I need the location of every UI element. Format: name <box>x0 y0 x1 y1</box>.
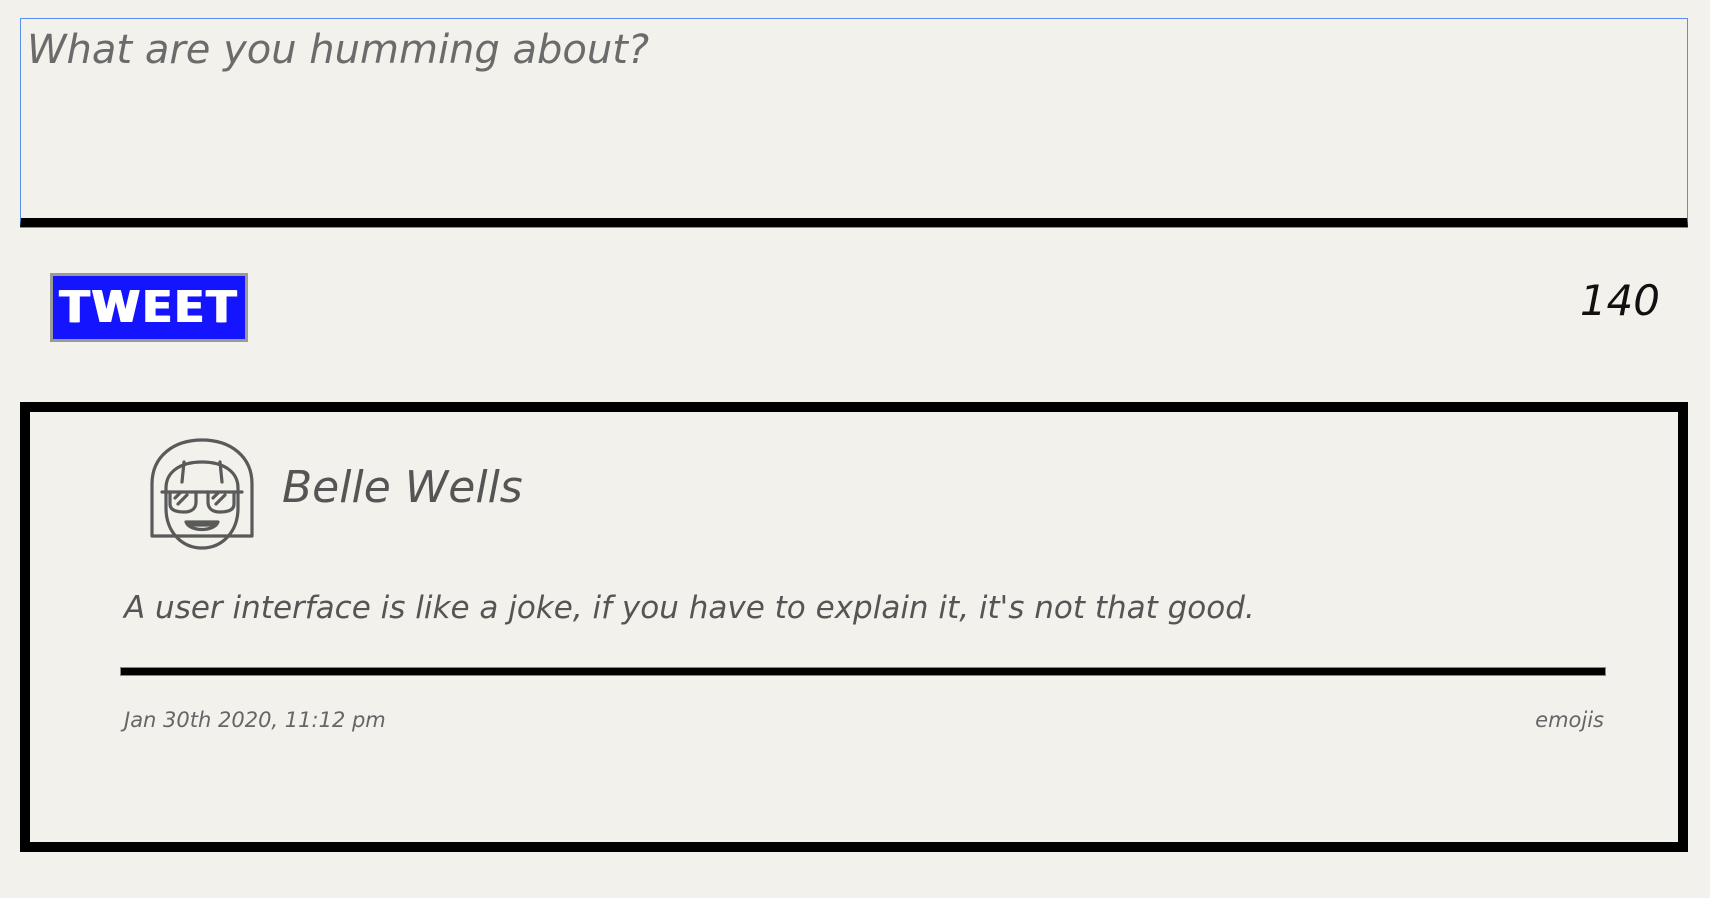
tweet-author: Belle Wells <box>282 462 523 513</box>
character-count: 140 <box>1579 276 1660 325</box>
compose-focus-line <box>20 227 1688 228</box>
tweet-card: Belle Wells A user interface is like a j… <box>20 402 1688 852</box>
tweet-divider <box>120 667 1606 676</box>
compose-textarea[interactable] <box>20 18 1688 228</box>
emojis-link[interactable]: emojis <box>1535 708 1604 732</box>
tweet-button[interactable]: TWEET <box>50 273 248 342</box>
tweet-timestamp: Jan 30th 2020, 11:12 pm <box>124 708 386 732</box>
tweet-content: A user interface is like a joke, if you … <box>124 590 1255 626</box>
avatar-sunglasses-girl-icon <box>150 438 254 550</box>
page: TWEET 140 <box>0 0 1710 898</box>
